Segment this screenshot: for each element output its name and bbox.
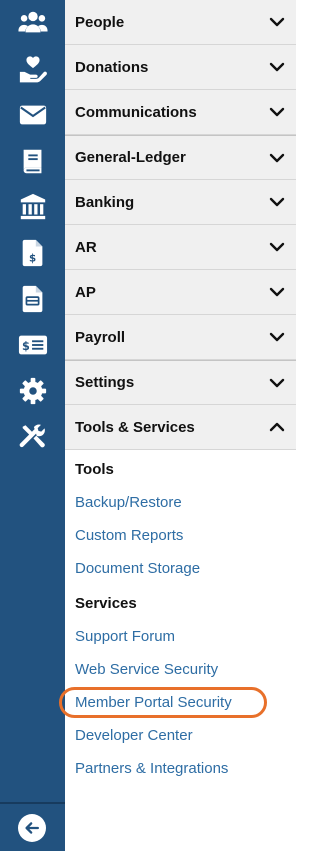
submenu-link-web-service-security[interactable]: Web Service Security: [75, 653, 286, 686]
tools-services-submenu: Tools Backup/Restore Custom Reports Docu…: [59, 450, 296, 785]
submenu-heading-services: Services: [75, 595, 137, 612]
menu-item-label: Donations: [75, 58, 149, 76]
donation-hand-heart-icon[interactable]: [0, 46, 65, 92]
submenu-link-backup-restore[interactable]: Backup/Restore: [75, 486, 286, 519]
svg-text:$: $: [22, 340, 30, 353]
chevron-down-icon: [269, 332, 285, 342]
highlight-ring: [59, 687, 267, 718]
chevron-down-icon: [269, 287, 285, 297]
tools-icon[interactable]: [0, 414, 65, 460]
submenu-link-document-storage[interactable]: Document Storage: [75, 552, 286, 585]
bank-icon[interactable]: [0, 184, 65, 230]
envelope-icon[interactable]: [0, 92, 65, 138]
menu-item-people[interactable]: People: [65, 0, 296, 45]
menu-item-label: Tools & Services: [75, 418, 195, 436]
menu-item-ap[interactable]: AP: [65, 270, 296, 315]
menu-item-label: Settings: [75, 374, 135, 391]
chevron-down-icon: [269, 62, 285, 72]
chevron-down-icon: [269, 107, 285, 117]
menu-item-label: AR: [75, 238, 97, 256]
chevron-down-icon: [269, 197, 285, 207]
submenu-link-member-portal-security[interactable]: Member Portal Security: [59, 686, 286, 719]
menu-item-ar[interactable]: AR: [65, 225, 296, 270]
submenu-heading-tools: Tools: [75, 461, 114, 478]
payroll-money-card-icon[interactable]: $: [0, 322, 65, 368]
bill-document-icon[interactable]: [0, 276, 65, 322]
submenu-link-custom-reports[interactable]: Custom Reports: [75, 519, 286, 552]
menu-item-label: AP: [75, 283, 96, 301]
menu-item-settings[interactable]: Settings: [65, 360, 296, 405]
submenu-link-support-forum[interactable]: Support Forum: [75, 620, 286, 653]
invoice-dollar-icon[interactable]: $: [0, 230, 65, 276]
menu-item-tools-services[interactable]: Tools & Services: [65, 405, 296, 450]
menu-item-payroll[interactable]: Payroll: [65, 315, 296, 360]
chevron-down-icon: [269, 242, 285, 252]
menu-item-label: General-Ledger: [75, 149, 186, 166]
menu-item-donations[interactable]: Donations: [65, 45, 296, 90]
chevron-down-icon: [269, 378, 285, 387]
navigation-menu: People Donations Communications General-…: [59, 0, 296, 785]
submenu-link-partners-integrations[interactable]: Partners & Integrations: [75, 752, 286, 785]
menu-item-banking[interactable]: Banking: [65, 180, 296, 225]
chevron-down-icon: [269, 153, 285, 162]
menu-item-general-ledger[interactable]: General-Ledger: [65, 135, 296, 180]
menu-item-label: Communications: [75, 103, 197, 121]
back-arrow-icon[interactable]: [18, 814, 46, 842]
gear-icon[interactable]: [0, 368, 65, 414]
submenu-link-developer-center[interactable]: Developer Center: [75, 719, 286, 752]
menu-item-label: Payroll: [75, 328, 126, 346]
menu-item-label: Banking: [75, 193, 135, 211]
left-icon-rail: $ $: [0, 0, 65, 851]
menu-item-label: People: [75, 13, 125, 31]
ledger-book-icon[interactable]: [0, 138, 65, 184]
rail-divider: [0, 802, 65, 804]
svg-text:$: $: [28, 252, 35, 264]
people-icon[interactable]: [0, 0, 65, 46]
chevron-up-icon: [269, 422, 285, 432]
menu-item-communications[interactable]: Communications: [65, 90, 296, 135]
chevron-down-icon: [269, 17, 285, 27]
